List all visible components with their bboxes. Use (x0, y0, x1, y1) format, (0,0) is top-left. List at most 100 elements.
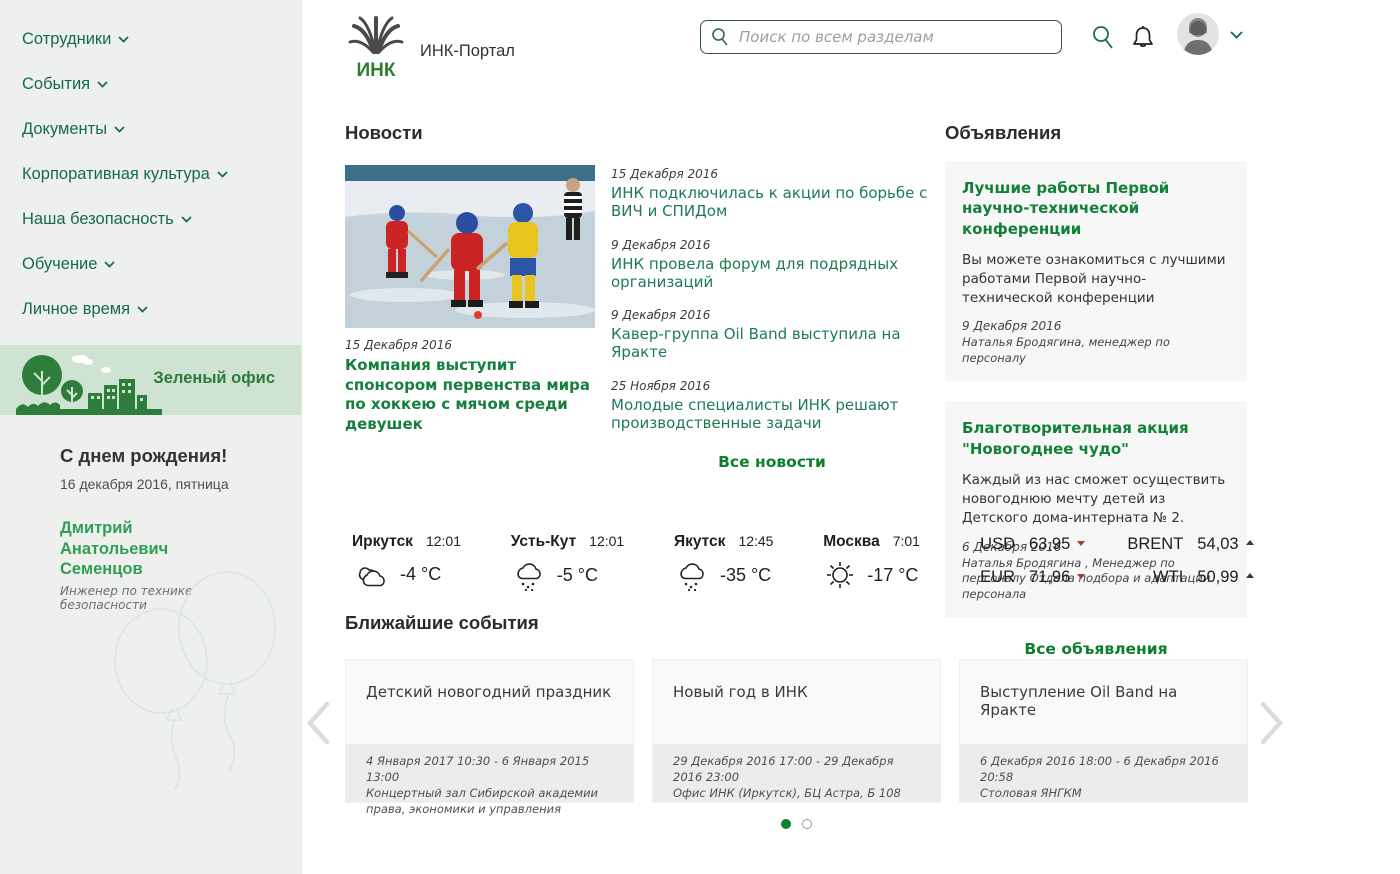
carousel-prev-icon[interactable] (305, 700, 331, 746)
sidebar-item-employees[interactable]: Сотрудники (22, 30, 301, 48)
weather-city-name: Усть-Кут (511, 533, 576, 551)
event-card[interactable]: Новый год в ИНК 29 Декабря 2016 17:00 - … (652, 659, 941, 803)
news-item-title[interactable]: Кавер-группа Oil Band выступила на Яракт… (611, 325, 933, 362)
rate-code: USD (957, 535, 1015, 554)
news-item: 25 Ноября 2016 Молодые специалисты ИНК р… (611, 379, 933, 433)
snow-icon (511, 559, 547, 591)
news-item-title[interactable]: ИНК провела форум для подрядных организа… (611, 255, 933, 292)
sidebar-item-safety[interactable]: Наша безопасность (22, 210, 301, 228)
trend-up-icon (1246, 573, 1254, 578)
chevron-down-icon (137, 306, 148, 313)
event-location: Офис ИНК (Иркутск), БЦ Астра, Б 108 (673, 786, 920, 802)
all-news-link[interactable]: Все новости (611, 453, 933, 471)
weather-city-ust-kut: Усть-Кут 12:01 -5 °C (511, 533, 624, 591)
chevron-down-icon (181, 216, 192, 223)
notifications-bell-icon[interactable] (1130, 24, 1156, 52)
app-title: ИНК-Портал (420, 42, 515, 61)
sidebar-nav: Сотрудники События Документы Корпоративн… (0, 0, 301, 318)
logo-text: ИНК (357, 60, 396, 81)
sidebar-item-label: Документы (22, 120, 107, 138)
advanced-search-icon[interactable] (1091, 25, 1115, 51)
rate-code: WTI (1125, 568, 1183, 587)
weather-temp: -5 °C (557, 565, 598, 586)
weather-city-time: 12:45 (738, 533, 773, 549)
events-section: Ближайшие события Детский новогодний пра… (345, 612, 1249, 803)
weather-city-name: Москва (823, 533, 880, 551)
news-item-date: 25 Ноября 2016 (611, 379, 933, 393)
event-card[interactable]: Детский новогодний праздник 4 Января 201… (345, 659, 634, 803)
announcement-body: Вы можете ознакомиться с лучшими работам… (962, 251, 1230, 308)
weather-city-time: 12:01 (589, 533, 624, 549)
weather-city-name: Якутск (674, 533, 725, 551)
snow-icon (674, 559, 710, 591)
sidebar-item-documents[interactable]: Документы (22, 120, 301, 138)
carousel-dot-active[interactable] (781, 819, 791, 829)
balloons-icon (103, 566, 293, 816)
user-avatar[interactable] (1177, 13, 1219, 55)
birthday-date: 16 декабря 2016, пятница (60, 476, 281, 492)
cloudy-icon (352, 559, 390, 589)
announcement-title[interactable]: Лучшие работы Первой научно-технической … (962, 178, 1230, 239)
green-city-illustration-icon (14, 349, 164, 415)
event-datetime: 4 Января 2017 10:30 - 6 Января 2015 13:0… (366, 754, 613, 786)
announcements-heading: Объявления (945, 122, 1247, 144)
rate-eur: EUR 71,96 (957, 568, 1085, 587)
ink-logo[interactable]: ИНК (348, 14, 404, 84)
news-item: 9 Декабря 2016 Кавер-группа Oil Band выс… (611, 308, 933, 362)
news-section: Новости (345, 122, 935, 471)
search-box (700, 20, 1062, 54)
weather-city-name: Иркутск (352, 533, 413, 551)
sidebar-item-corporate-culture[interactable]: Корпоративная культура (22, 165, 301, 183)
trend-up-icon (1246, 540, 1254, 545)
events-heading: Ближайшие события (345, 612, 1249, 634)
announcement-body: Каждый из нас сможет осуществить новогод… (962, 471, 1230, 528)
weather-temp: -17 °C (867, 565, 918, 586)
weather-widget: Иркутск 12:01 -4 °C Усть-Кут 12:01 (352, 533, 920, 591)
oil-rates: BRENT 54,03 WTI 50,99 (1125, 535, 1253, 587)
green-office-banner[interactable]: Зеленый офис (0, 345, 301, 415)
rate-code: EUR (957, 568, 1015, 587)
weather-city-yakutsk: Якутск 12:45 -35 °C (674, 533, 774, 591)
news-item-title[interactable]: Молодые специалисты ИНК решают производс… (611, 396, 933, 433)
sidebar: Сотрудники События Документы Корпоративн… (0, 0, 302, 874)
news-heading: Новости (345, 122, 935, 144)
rate-value: 50,99 (1197, 568, 1238, 587)
sidebar-item-events[interactable]: События (22, 75, 301, 93)
chevron-down-icon (217, 171, 228, 178)
featured-news-date: 15 Декабря 2016 (345, 338, 595, 352)
event-location: Концертный зал Сибирской академии права,… (366, 786, 613, 818)
carousel-dots (781, 819, 812, 829)
event-card[interactable]: Выступление Oil Band на Яракте 6 Декабря… (959, 659, 1248, 803)
news-item-title[interactable]: ИНК подключилась к акции по борьбе с ВИЧ… (611, 184, 933, 221)
carousel-next-icon[interactable] (1259, 700, 1285, 746)
announcement-card[interactable]: Лучшие работы Первой научно-технической … (945, 161, 1247, 381)
rate-brent: BRENT 54,03 (1125, 535, 1253, 554)
event-datetime: 29 Декабря 2016 17:00 - 29 Декабря 2016 … (673, 754, 920, 786)
event-title: Детский новогодний праздник (366, 683, 613, 701)
weather-temp: -35 °C (720, 565, 771, 586)
news-item: 15 Декабря 2016 ИНК подключилась к акции… (611, 167, 933, 221)
rates-widget: USD 63,95 EUR 71,96 BRENT 54,03 WTI (957, 535, 1257, 587)
news-item-date: 9 Декабря 2016 (611, 308, 933, 322)
announcement-title[interactable]: Благотворительная акция "Новогоднее чудо… (962, 418, 1230, 459)
sun-icon (823, 559, 857, 591)
weather-city-irkutsk: Иркутск 12:01 -4 °C (352, 533, 461, 591)
trend-down-icon (1077, 574, 1085, 579)
search-input[interactable] (700, 20, 1062, 54)
avatar-menu-chevron-icon[interactable] (1230, 31, 1243, 39)
birthday-title: С днем рождения! (60, 445, 281, 467)
weather-temp: -4 °C (400, 564, 441, 585)
sidebar-item-label: Личное время (22, 300, 130, 318)
featured-news-image[interactable] (345, 165, 595, 328)
featured-news: 15 Декабря 2016 Компания выступит спонсо… (345, 165, 595, 471)
main-area: ИНК ИНК-Портал Новости (302, 0, 1400, 874)
event-location: Столовая ЯНГКМ (980, 786, 1227, 802)
sidebar-item-training[interactable]: Обучение (22, 255, 301, 273)
news-item-date: 15 Декабря 2016 (611, 167, 933, 181)
featured-news-headline[interactable]: Компания выступит спонсором первенства м… (345, 356, 595, 434)
sidebar-item-personal-time[interactable]: Личное время (22, 300, 301, 318)
sidebar-item-label: Сотрудники (22, 30, 111, 48)
chevron-down-icon (118, 36, 129, 43)
chevron-down-icon (104, 261, 115, 268)
carousel-dot[interactable] (802, 819, 812, 829)
